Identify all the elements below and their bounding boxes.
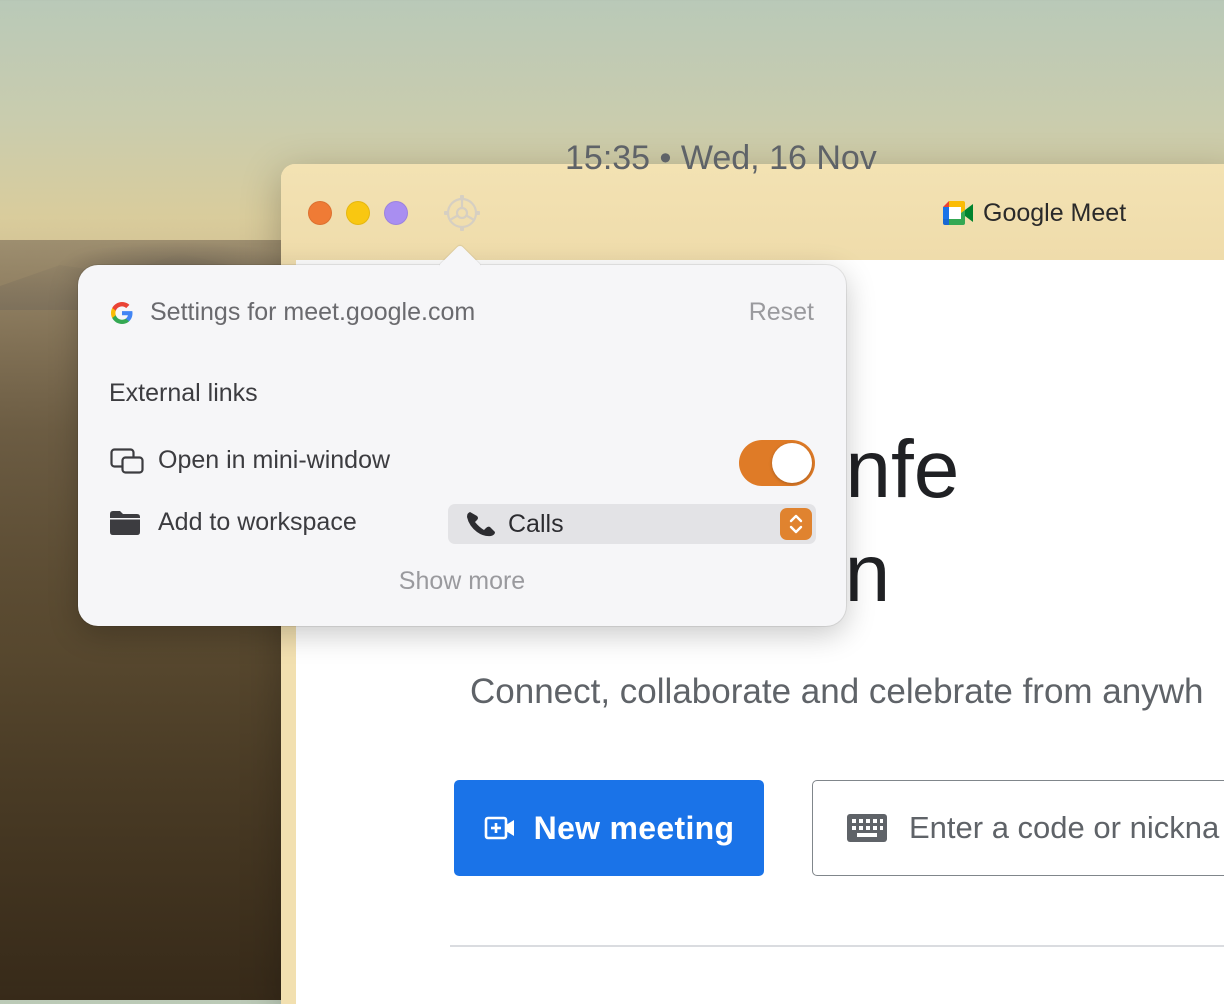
folder-icon: [110, 510, 140, 535]
window-title: Google Meet: [943, 197, 1126, 229]
title-bar: Google Meet: [281, 164, 1224, 260]
meeting-code-input[interactable]: Enter a code or nickna: [812, 780, 1224, 876]
show-more-button[interactable]: Show more: [78, 567, 846, 596]
option-row-mini-window: Open in mini-window: [110, 446, 390, 475]
toggle-knob: [772, 443, 812, 483]
chevron-up-down-icon: [780, 508, 812, 540]
google-meet-logo-icon: [943, 201, 973, 225]
popover-header: Settings for meet.google.com: [110, 298, 475, 327]
mini-window-toggle[interactable]: [739, 440, 815, 486]
workspace-select[interactable]: Calls: [448, 504, 816, 544]
google-g-icon: [111, 301, 133, 324]
new-meeting-label: New meeting: [533, 809, 735, 846]
gear-icon[interactable]: [443, 194, 481, 232]
date-time-label: 15:35 • Wed, 16 Nov: [565, 139, 877, 177]
maximize-window-button[interactable]: [384, 201, 408, 225]
site-settings-popover: Settings for meet.google.com Reset Exter…: [78, 244, 846, 626]
minimize-window-button[interactable]: [346, 201, 370, 225]
page-subtitle: Connect, collaborate and celebrate from …: [470, 672, 1204, 711]
mini-window-icon: [110, 447, 144, 474]
keyboard-icon: [847, 814, 887, 842]
meeting-code-placeholder: Enter a code or nickna: [909, 810, 1220, 845]
section-title-external-links: External links: [109, 379, 258, 407]
video-add-icon: [484, 816, 514, 840]
reset-button[interactable]: Reset: [749, 298, 814, 327]
new-meeting-button[interactable]: New meeting: [454, 780, 764, 876]
option-row-workspace: Add to workspace: [110, 508, 357, 537]
window-title-text: Google Meet: [983, 198, 1127, 227]
option-label-workspace: Add to workspace: [158, 508, 357, 536]
phone-icon: [467, 512, 495, 537]
option-label-mini-window: Open in mini-window: [158, 446, 391, 474]
content-divider: [450, 945, 1224, 947]
close-window-button[interactable]: [308, 201, 332, 225]
workspace-select-value: Calls: [508, 509, 564, 538]
popover-title: Settings for meet.google.com: [150, 298, 476, 326]
